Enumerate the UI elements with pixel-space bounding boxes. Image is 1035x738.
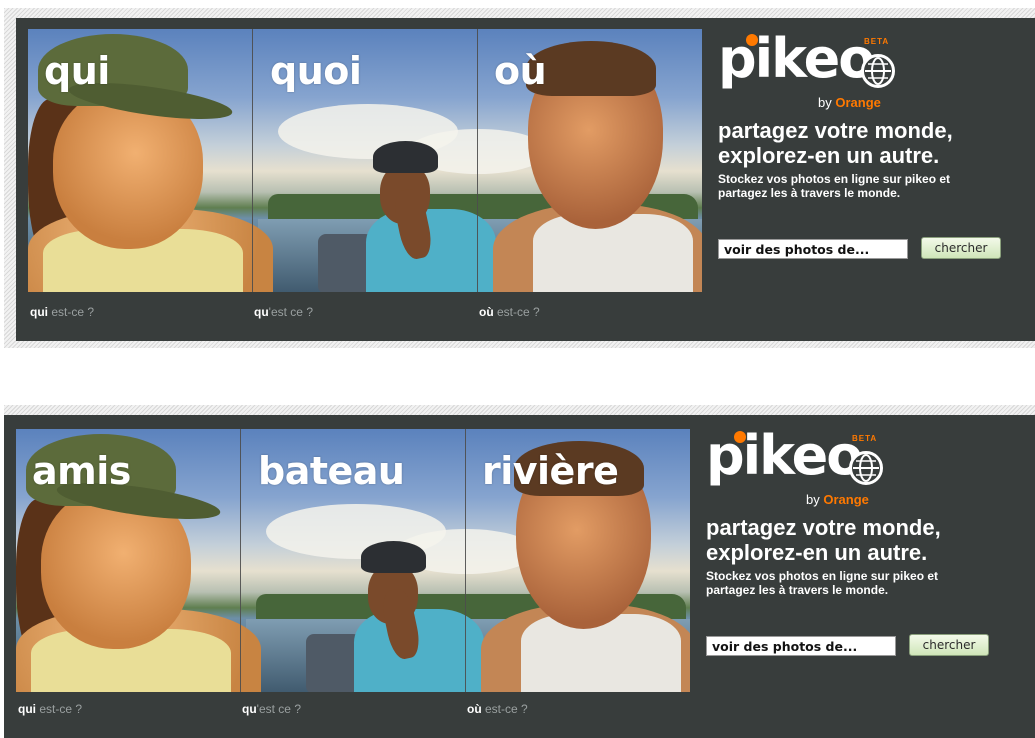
caption-rest: 'est ce ? (256, 702, 301, 716)
globe-icon (861, 54, 895, 88)
tag-label-friends[interactable]: amis (32, 449, 131, 493)
photo-divider (252, 29, 253, 292)
beta-badge: BETA (852, 434, 878, 443)
caption-strong: qui (30, 305, 48, 319)
caption-rest: est-ce ? (36, 702, 83, 716)
headline: partagez votre monde, explorez-en un aut… (706, 515, 941, 565)
caption-rest: est-ce ? (481, 702, 528, 716)
photo-divider (477, 29, 478, 292)
tag-label-who[interactable]: qui (44, 49, 110, 93)
photo-divider (465, 429, 466, 692)
caption-what[interactable]: qu'est ce ? (242, 702, 301, 716)
banner-frame-2: amis bateau rivière qui est-ce ? qu'est … (4, 405, 1035, 738)
banner-frame-1: qui quoi où qui est-ce ? qu'est ce ? où … (4, 8, 1035, 348)
boat-motor (306, 634, 361, 692)
logo-text: pikeo (706, 424, 863, 487)
caption-strong: où (467, 702, 482, 716)
caption-who[interactable]: qui est-ce ? (18, 702, 82, 716)
caption-who[interactable]: qui est-ce ? (30, 305, 94, 319)
beta-badge: BETA (864, 37, 890, 46)
pikeo-banner: qui quoi où qui est-ce ? qu'est ce ? où … (16, 18, 1035, 341)
pikeo-logo[interactable]: pikeo (706, 429, 863, 483)
boatman-cap (373, 141, 438, 173)
tag-label-where[interactable]: où (494, 49, 547, 93)
brand-panel: pikeo BETA by Orange partagez votre mond… (706, 429, 1016, 689)
boat-motor (318, 234, 373, 292)
byline-by: by (806, 492, 820, 507)
search-input[interactable] (706, 636, 896, 656)
blurb: Stockez vos photos en ligne sur pikeo et… (718, 172, 951, 200)
search-input[interactable] (718, 239, 908, 259)
byline-brand: Orange (823, 492, 869, 507)
caption-strong: qu (254, 305, 269, 319)
brand-panel: pikeo BETA by Orange partagez votre mond… (718, 32, 1028, 292)
caption-strong: qu (242, 702, 257, 716)
caption-what[interactable]: qu'est ce ? (254, 305, 313, 319)
tag-label-boat[interactable]: bateau (258, 449, 405, 493)
byline-by: by (818, 95, 832, 110)
tag-label-river[interactable]: rivière (482, 449, 619, 493)
caption-rest: 'est ce ? (268, 305, 313, 319)
logo-text: pikeo (718, 27, 875, 90)
boatman-cap (361, 541, 426, 573)
search-button[interactable]: chercher (921, 237, 1001, 259)
search-button[interactable]: chercher (909, 634, 989, 656)
caption-rest: est-ce ? (48, 305, 95, 319)
caption-where[interactable]: où est-ce ? (479, 305, 540, 319)
byline: by Orange (806, 492, 869, 507)
caption-strong: qui (18, 702, 36, 716)
headline: partagez votre monde, explorez-en un aut… (718, 118, 953, 168)
banner-photo[interactable]: qui quoi où (28, 29, 702, 292)
logo-orange-dot (734, 431, 746, 443)
globe-icon (849, 451, 883, 485)
pikeo-logo[interactable]: pikeo (718, 32, 875, 86)
caption-where[interactable]: où est-ce ? (467, 702, 528, 716)
caption-rest: est-ce ? (493, 305, 540, 319)
byline: by Orange (818, 95, 881, 110)
banner-photo[interactable]: amis bateau rivière (16, 429, 690, 692)
pikeo-banner: amis bateau rivière qui est-ce ? qu'est … (4, 415, 1035, 738)
tag-label-what[interactable]: quoi (270, 49, 362, 93)
logo-orange-dot (746, 34, 758, 46)
photo-divider (240, 429, 241, 692)
blurb: Stockez vos photos en ligne sur pikeo et… (706, 569, 939, 597)
byline-brand: Orange (835, 95, 881, 110)
caption-strong: où (479, 305, 494, 319)
